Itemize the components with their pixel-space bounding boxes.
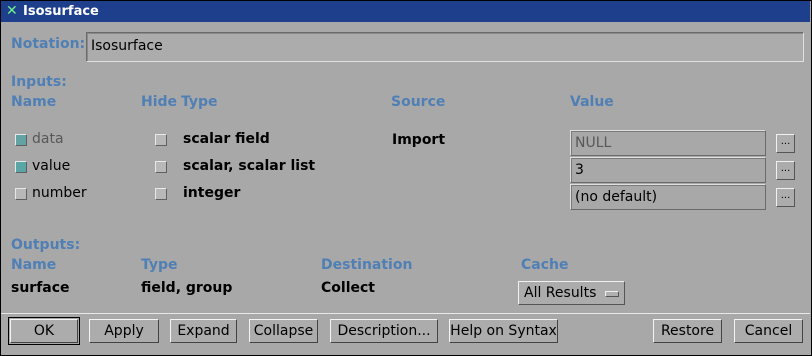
- inputs-header-source: Source: [391, 94, 446, 110]
- cancel-button[interactable]: Cancel: [734, 319, 803, 343]
- description-button[interactable]: Description...: [330, 319, 438, 343]
- input-value-type: scalar, scalar list: [183, 158, 316, 174]
- dropdown-indicator-icon: [605, 291, 619, 297]
- input-number-edit-button[interactable]: ...: [776, 188, 795, 207]
- input-data-edit-button[interactable]: ...: [776, 134, 795, 153]
- input-number-value-field[interactable]: (no default): [570, 184, 766, 210]
- output-surface-destination: Collect: [321, 280, 375, 296]
- output-surface-type: field, group: [141, 280, 233, 296]
- output-surface-name: surface: [11, 280, 70, 296]
- notation-label: Notation:: [11, 36, 86, 52]
- window-title: Isosurface: [23, 4, 99, 19]
- input-data-value: NULL: [575, 135, 612, 151]
- notation-input[interactable]: Isosurface: [86, 32, 804, 62]
- collapse-button[interactable]: Collapse: [249, 319, 318, 343]
- input-data-type: scalar field: [183, 131, 270, 147]
- input-value-value: 3: [575, 162, 584, 178]
- inputs-header-type: Type: [181, 94, 218, 110]
- ok-button[interactable]: OK: [8, 317, 80, 345]
- input-value-checkbox[interactable]: [15, 161, 27, 173]
- input-number-hide-checkbox[interactable]: [155, 188, 167, 200]
- inputs-section-label: Inputs:: [11, 74, 67, 90]
- outputs-header-destination: Destination: [321, 257, 413, 273]
- input-value-name: value: [32, 158, 71, 174]
- outputs-section-label: Outputs:: [11, 237, 81, 253]
- input-data-checkbox[interactable]: [15, 134, 27, 146]
- input-value-edit-button[interactable]: ...: [776, 161, 795, 180]
- input-number-name: number: [32, 185, 87, 201]
- outputs-header-type: Type: [141, 257, 178, 273]
- restore-button[interactable]: Restore: [653, 319, 722, 343]
- notation-value: Isosurface: [91, 38, 163, 54]
- input-data-value-field[interactable]: NULL: [570, 130, 766, 156]
- x-icon[interactable]: ✕: [6, 1, 20, 22]
- input-value-value-field[interactable]: 3: [570, 157, 766, 183]
- input-number-checkbox[interactable]: [15, 188, 27, 200]
- inputs-header-name: Name: [11, 94, 57, 110]
- input-value-hide-checkbox[interactable]: [155, 161, 167, 173]
- cache-dropdown[interactable]: All Results: [518, 281, 625, 305]
- title-bar[interactable]: ✕ Isosurface: [1, 1, 810, 22]
- cache-selected-value: All Results: [524, 285, 597, 301]
- expand-button[interactable]: Expand: [170, 319, 237, 343]
- input-number-type: integer: [183, 185, 241, 201]
- outputs-header-cache: Cache: [521, 257, 569, 273]
- help-on-syntax-button[interactable]: Help on Syntax: [449, 319, 558, 343]
- inputs-header-value: Value: [570, 94, 614, 110]
- input-data-name: data: [32, 131, 64, 147]
- apply-button[interactable]: Apply: [89, 319, 159, 343]
- input-data-hide-checkbox[interactable]: [155, 134, 167, 146]
- input-data-source: Import: [392, 132, 446, 148]
- inputs-header-hide: Hide: [141, 94, 178, 110]
- input-number-value: (no default): [575, 189, 658, 205]
- outputs-header-name: Name: [11, 257, 57, 273]
